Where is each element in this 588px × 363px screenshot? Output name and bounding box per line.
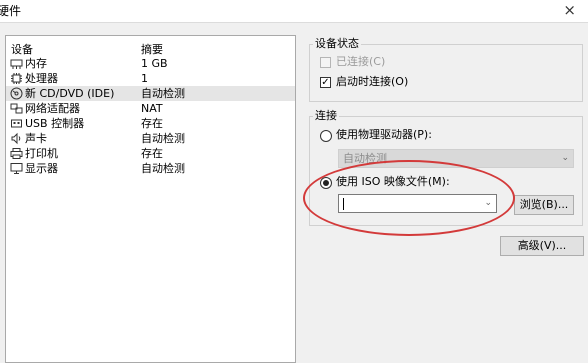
- physical-drive-value: 自动检测: [343, 152, 387, 165]
- physical-drive-select[interactable]: 自动检测 ⌄: [338, 149, 574, 168]
- chevron-down-icon[interactable]: ⌄: [484, 195, 492, 212]
- device-name: 内存: [25, 57, 47, 70]
- close-icon[interactable]: ×: [563, 1, 576, 19]
- device-summary: NAT: [141, 102, 163, 115]
- iso-file-label: 使用 ISO 映像文件(M):: [336, 175, 450, 188]
- physical-drive-label: 使用物理驱动器(P):: [336, 128, 432, 141]
- advanced-button[interactable]: 高级(V)...: [500, 236, 584, 256]
- printer-icon: [10, 147, 23, 160]
- iso-file-radio[interactable]: [320, 177, 332, 189]
- connected-label: 已连接(C): [336, 55, 386, 68]
- device-name: 处理器: [25, 72, 58, 85]
- device-status-title: 设备状态: [313, 37, 361, 51]
- physical-drive-radio[interactable]: [320, 130, 332, 142]
- device-row-usb-controller[interactable]: USB 控制器 存在: [6, 116, 295, 131]
- device-list-header: 设备 摘要: [6, 41, 295, 56]
- device-summary: 存在: [141, 117, 163, 130]
- usb-controller-icon: [10, 117, 23, 130]
- iso-path-input[interactable]: ⌄: [338, 194, 497, 213]
- device-row-sound-card[interactable]: 声卡 自动检测: [6, 131, 295, 146]
- summary-column-header: 摘要: [141, 43, 163, 56]
- device-row-network-adapter[interactable]: 网络适配器 NAT: [6, 101, 295, 116]
- device-row-memory[interactable]: 内存 1 GB: [6, 56, 295, 71]
- connect-at-power-on-checkbox[interactable]: ✓: [320, 77, 331, 88]
- device-name: 声卡: [25, 132, 47, 145]
- device-name: 打印机: [25, 147, 58, 160]
- memory-icon: [10, 57, 23, 70]
- device-row-printer[interactable]: 打印机 存在: [6, 146, 295, 161]
- sound-card-icon: [10, 132, 23, 145]
- text-cursor: [343, 198, 344, 210]
- device-row-display[interactable]: 显示器 自动检测: [6, 161, 295, 176]
- device-summary: 自动检测: [141, 132, 185, 145]
- processor-icon: [10, 72, 23, 85]
- network-adapter-icon: [10, 102, 23, 115]
- device-list-panel: 设备 摘要 内存 1 GB 处理器 1 新 CD/DVD (IDE) 自动检测 …: [5, 35, 296, 363]
- browse-button[interactable]: 浏览(B)...: [514, 195, 574, 215]
- device-row-processor[interactable]: 处理器 1: [6, 71, 295, 86]
- chevron-down-icon: ⌄: [561, 153, 569, 163]
- connect-at-power-on-label: 启动时连接(O): [336, 75, 409, 88]
- connection-title: 连接: [313, 109, 339, 123]
- title-bar: 硬件 ×: [0, 0, 588, 23]
- device-name: USB 控制器: [25, 117, 85, 130]
- cd-dvd-icon: [10, 87, 23, 100]
- device-column-header: 设备: [11, 43, 33, 56]
- device-name: 显示器: [25, 162, 58, 175]
- device-name: 网络适配器: [25, 102, 80, 115]
- device-summary: 自动检测: [141, 87, 185, 100]
- display-icon: [10, 162, 23, 175]
- device-summary: 自动检测: [141, 162, 185, 175]
- device-summary: 1: [141, 72, 148, 85]
- device-status-group: [309, 44, 583, 102]
- device-summary: 1 GB: [141, 57, 168, 70]
- device-summary: 存在: [141, 147, 163, 160]
- connected-checkbox[interactable]: [320, 57, 331, 68]
- device-row-cd-dvd[interactable]: 新 CD/DVD (IDE) 自动检测: [6, 86, 295, 101]
- device-name: 新 CD/DVD (IDE): [25, 87, 115, 100]
- window-title: 硬件: [0, 4, 22, 18]
